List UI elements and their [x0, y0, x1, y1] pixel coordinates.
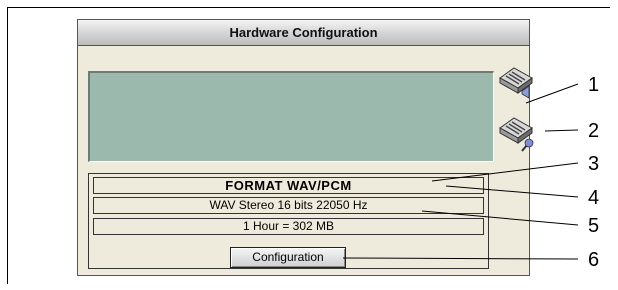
callout-3: 3 [588, 153, 600, 175]
callout-5: 5 [588, 215, 600, 237]
callout-1: 1 [588, 74, 600, 96]
callout-4: 4 [588, 187, 600, 209]
callout-6: 6 [588, 249, 600, 271]
callout-lines [342, 83, 579, 260]
callout-2: 2 [588, 120, 600, 142]
